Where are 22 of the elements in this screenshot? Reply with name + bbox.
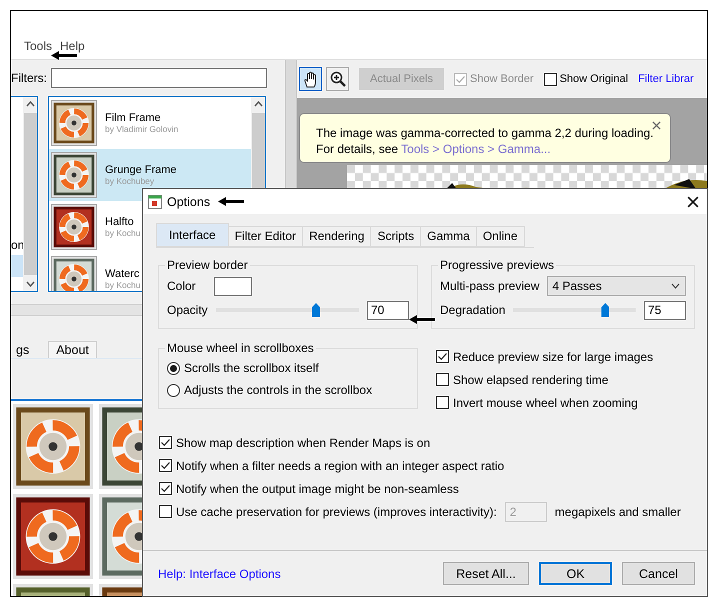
radio-label: Scrolls the scrollbox itself (184, 361, 319, 375)
checkbox-label: Show map description when Render Maps is on (176, 436, 430, 450)
group-title: Progressive previews (439, 258, 556, 272)
checkbox-label: Use cache preservation for previews (improves interactivity): (176, 504, 497, 518)
color-label: Color (167, 279, 196, 293)
radio-label: Adjusts the controls in the scrollbox (184, 383, 372, 397)
checkbox-label: Reduce preview size for large images (453, 350, 654, 364)
checkbox-label: Show elapsed rendering time (453, 372, 608, 386)
multipass-label: Multi-pass preview (440, 279, 540, 293)
group-title: Mouse wheel in scrollboxes (166, 341, 315, 355)
checkbox-label: Notify when a filter needs a region with an integer aspect ratio (176, 458, 504, 472)
checkbox-label: Notify when the output image might be non-seamless (176, 482, 459, 496)
filters-label: Filters: (11, 71, 47, 85)
notice-text: For details, see (316, 142, 398, 156)
opacity-label: Opacity (167, 303, 208, 317)
checkbox-label: Invert mouse wheel when zooming (453, 396, 638, 410)
checkbox-label: megapixels and smaller (554, 504, 681, 518)
degradation-label: Degradation (440, 303, 506, 317)
notice-text: The image was gamma-corrected to gamma 2,2 during loading. (316, 125, 654, 141)
group-title: Preview border (166, 258, 249, 272)
checkbox-label: Show Original (560, 73, 628, 85)
checkbox-label: Show Border (470, 73, 534, 85)
